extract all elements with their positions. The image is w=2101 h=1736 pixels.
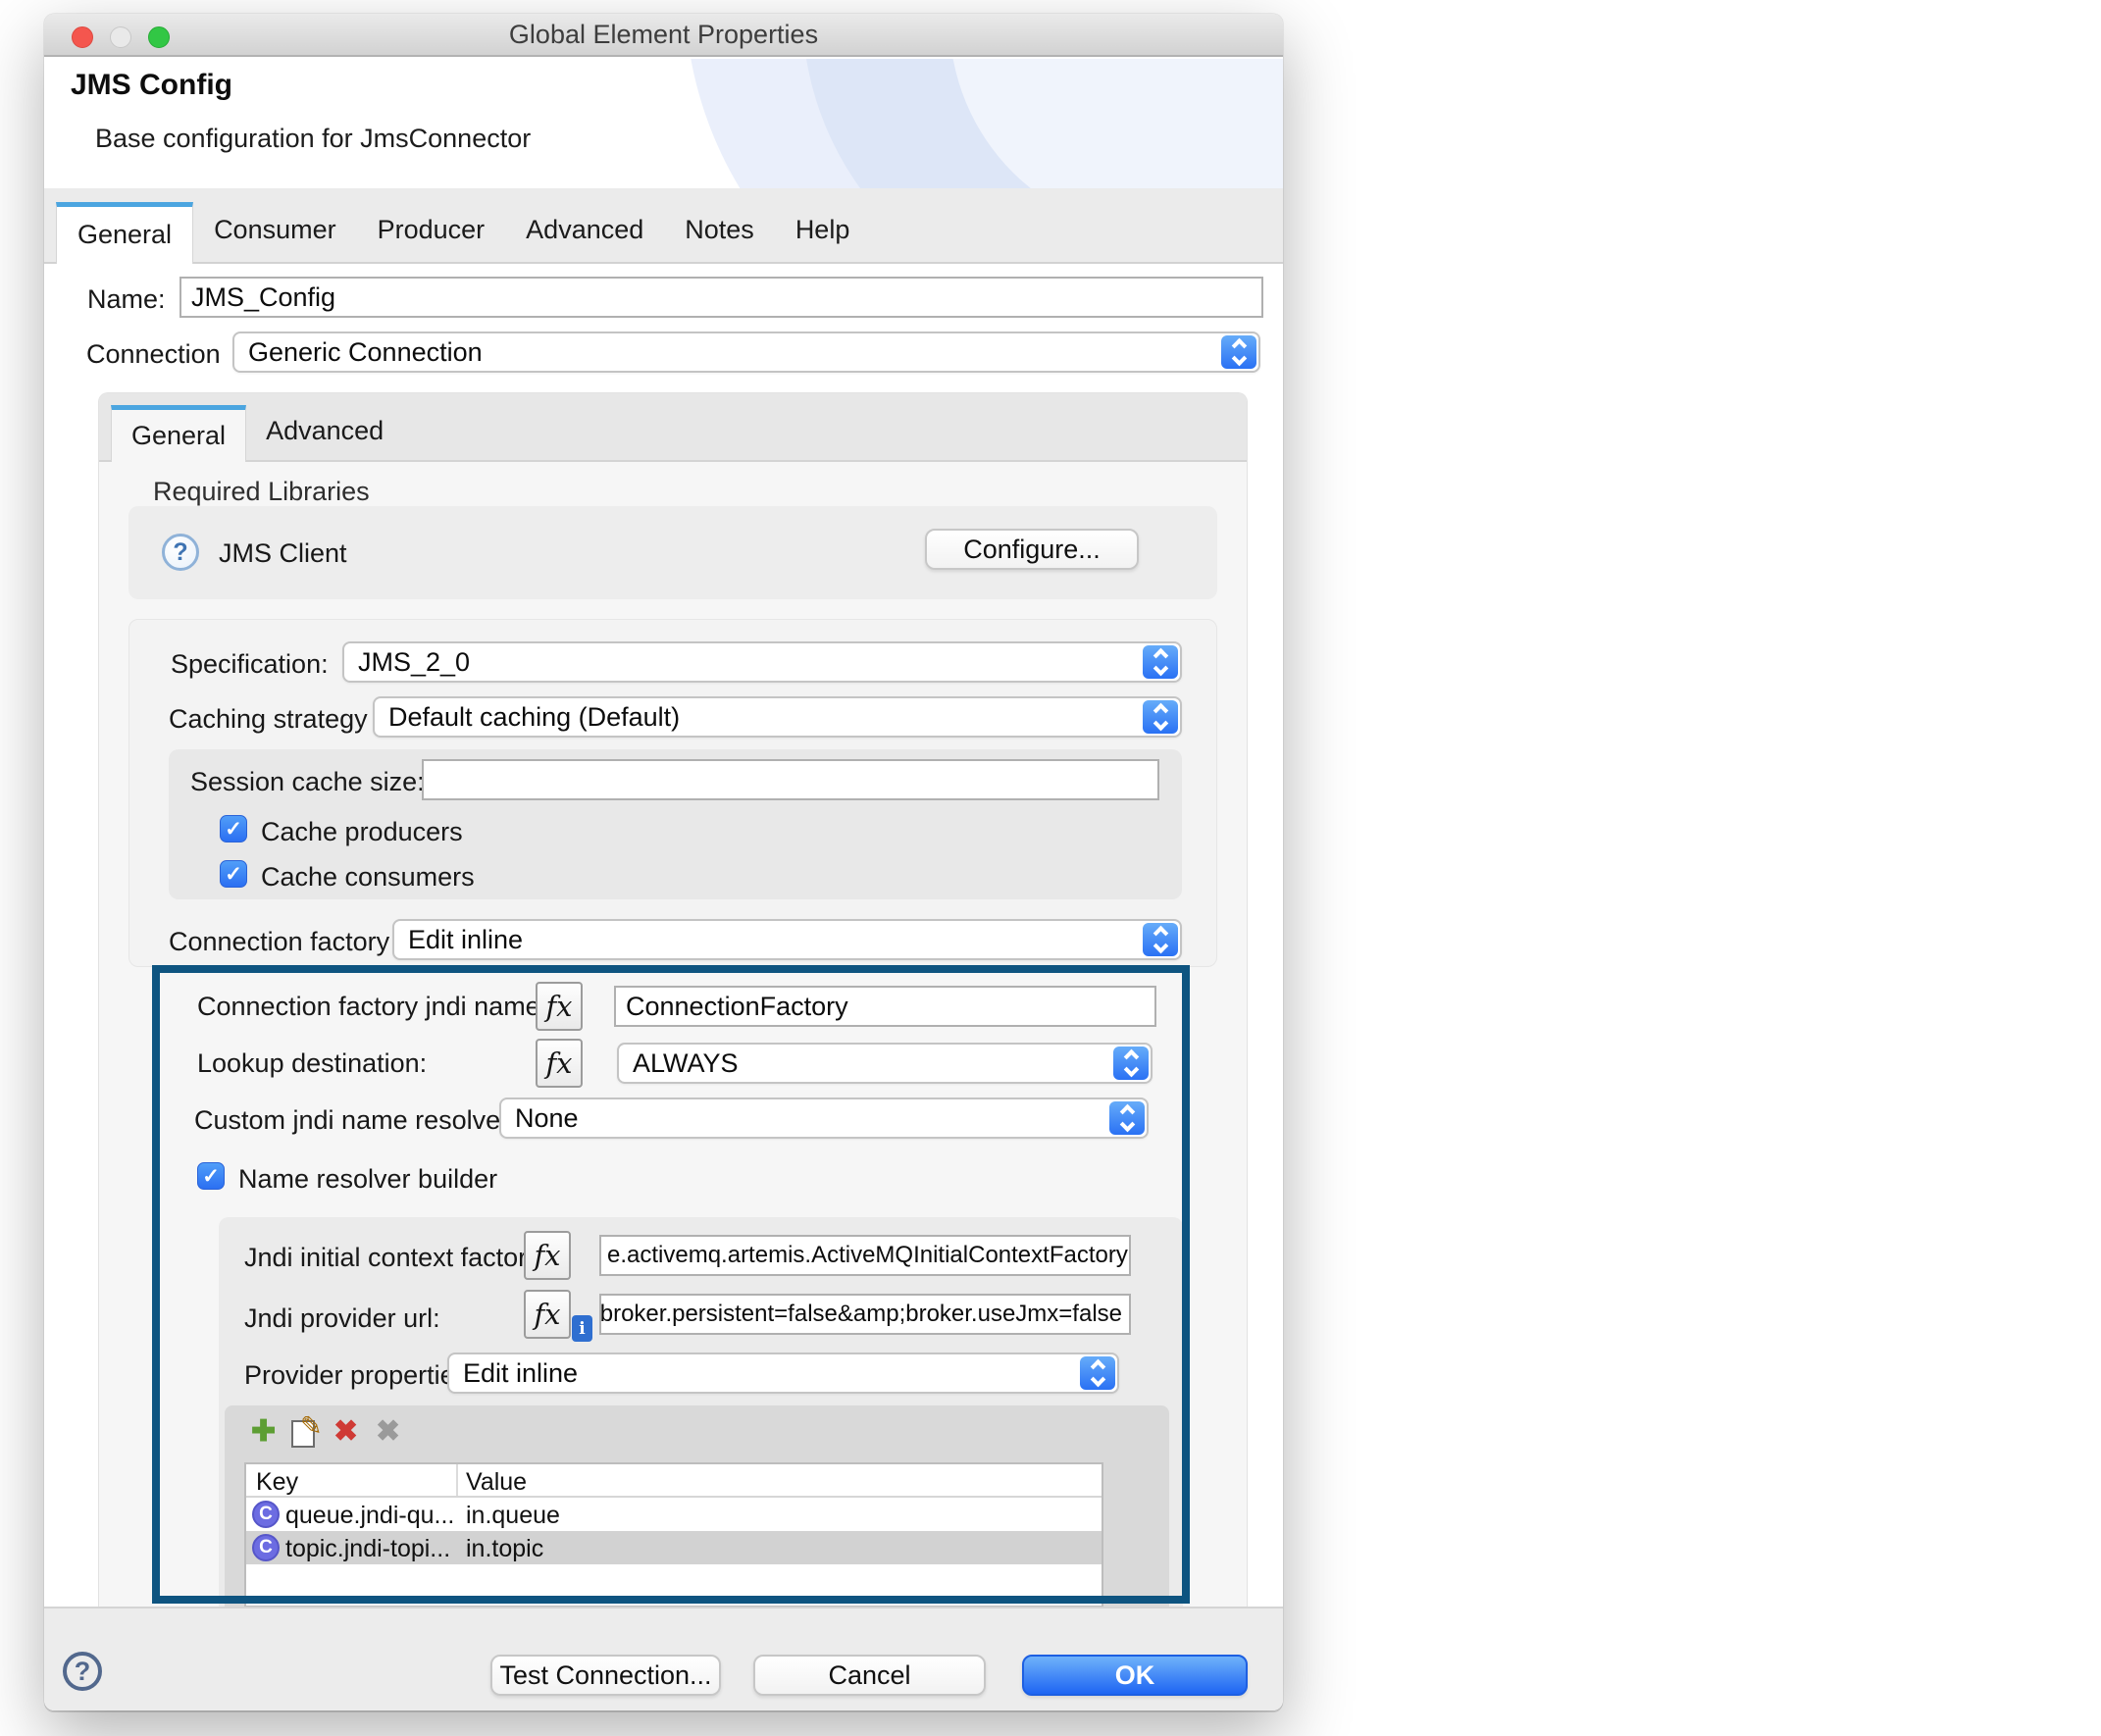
connection-factory-label: Connection factory xyxy=(169,927,389,957)
specification-select[interactable]: JMS_2_0 xyxy=(342,641,1182,683)
tab-advanced[interactable]: Advanced xyxy=(505,202,664,262)
minimize-button[interactable] xyxy=(110,26,131,48)
cache-consumers-checkbox[interactable]: ✓ xyxy=(220,860,247,888)
cache-producers-label: Cache producers xyxy=(261,817,463,847)
window-title: Global Element Properties xyxy=(509,20,818,50)
caching-strategy-label: Caching strategy xyxy=(169,704,368,735)
check-icon: ✓ xyxy=(225,862,242,887)
library-name-label: JMS Client xyxy=(219,538,347,569)
page-subtitle: Base configuration for JmsConnector xyxy=(95,124,531,154)
global-element-properties-dialog: Global Element Properties JMS Config Bas… xyxy=(44,14,1283,1710)
library-help-icon[interactable]: ? xyxy=(162,534,199,571)
title-bar: Global Element Properties xyxy=(44,14,1283,57)
test-connection-button[interactable]: Test Connection... xyxy=(490,1655,721,1696)
chevron-stepper-icon[interactable] xyxy=(1143,923,1178,956)
tab-connection-advanced[interactable]: Advanced xyxy=(246,405,403,460)
cache-consumers-label: Cache consumers xyxy=(261,862,475,893)
name-label: Name: xyxy=(87,284,166,315)
dialog-footer: ? Test Connection... Cancel OK xyxy=(44,1607,1283,1710)
general-settings-panel: Specification: JMS_2_0 Caching strategy … xyxy=(128,619,1217,967)
chevron-stepper-icon[interactable] xyxy=(1143,700,1178,734)
session-cache-size-input[interactable] xyxy=(422,759,1159,800)
connection-factory-select-value: Edit inline xyxy=(408,925,523,955)
chevron-stepper-icon[interactable] xyxy=(1143,645,1178,679)
tab-connection-general[interactable]: General xyxy=(111,405,246,462)
tab-general[interactable]: General xyxy=(56,202,193,264)
session-cache-panel: Session cache size: ✓ Cache producers ✓ … xyxy=(169,749,1182,899)
check-icon: ✓ xyxy=(225,817,242,842)
tab-notes[interactable]: Notes xyxy=(664,202,775,262)
connection-select-value: Generic Connection xyxy=(248,337,483,368)
page-title: JMS Config xyxy=(71,69,232,102)
connection-label: Connection xyxy=(86,339,221,370)
name-input[interactable] xyxy=(179,277,1263,318)
cancel-button[interactable]: Cancel xyxy=(753,1655,986,1696)
connection-tab-bar: General Advanced xyxy=(99,393,1247,462)
screen: Global Element Properties JMS Config Bas… xyxy=(0,0,2101,1736)
highlight-box xyxy=(152,965,1190,1604)
zoom-button[interactable] xyxy=(148,26,170,48)
connection-factory-select[interactable]: Edit inline xyxy=(392,919,1182,960)
cache-producers-checkbox[interactable]: ✓ xyxy=(220,815,247,842)
configure-button[interactable]: Configure... xyxy=(925,529,1139,570)
dialog-header: JMS Config Base configuration for JmsCon… xyxy=(44,59,1283,188)
help-icon[interactable]: ? xyxy=(63,1652,102,1691)
main-tab-bar: General Consumer Producer Advanced Notes… xyxy=(44,188,1283,264)
chevron-stepper-icon[interactable] xyxy=(1221,335,1256,369)
connection-select[interactable]: Generic Connection xyxy=(232,332,1260,373)
required-libraries-panel: ? JMS Client Configure... xyxy=(128,506,1217,599)
specification-select-value: JMS_2_0 xyxy=(358,647,470,678)
specification-label: Specification: xyxy=(171,649,329,680)
ok-button[interactable]: OK xyxy=(1022,1655,1248,1696)
session-cache-size-label: Session cache size: xyxy=(190,767,425,797)
tab-consumer[interactable]: Consumer xyxy=(193,202,357,262)
tab-help[interactable]: Help xyxy=(775,202,871,262)
caching-strategy-select-value: Default caching (Default) xyxy=(388,702,680,733)
caching-strategy-select[interactable]: Default caching (Default) xyxy=(373,696,1182,738)
tab-producer[interactable]: Producer xyxy=(357,202,506,262)
required-libraries-label: Required Libraries xyxy=(153,477,370,507)
close-button[interactable] xyxy=(72,26,93,48)
